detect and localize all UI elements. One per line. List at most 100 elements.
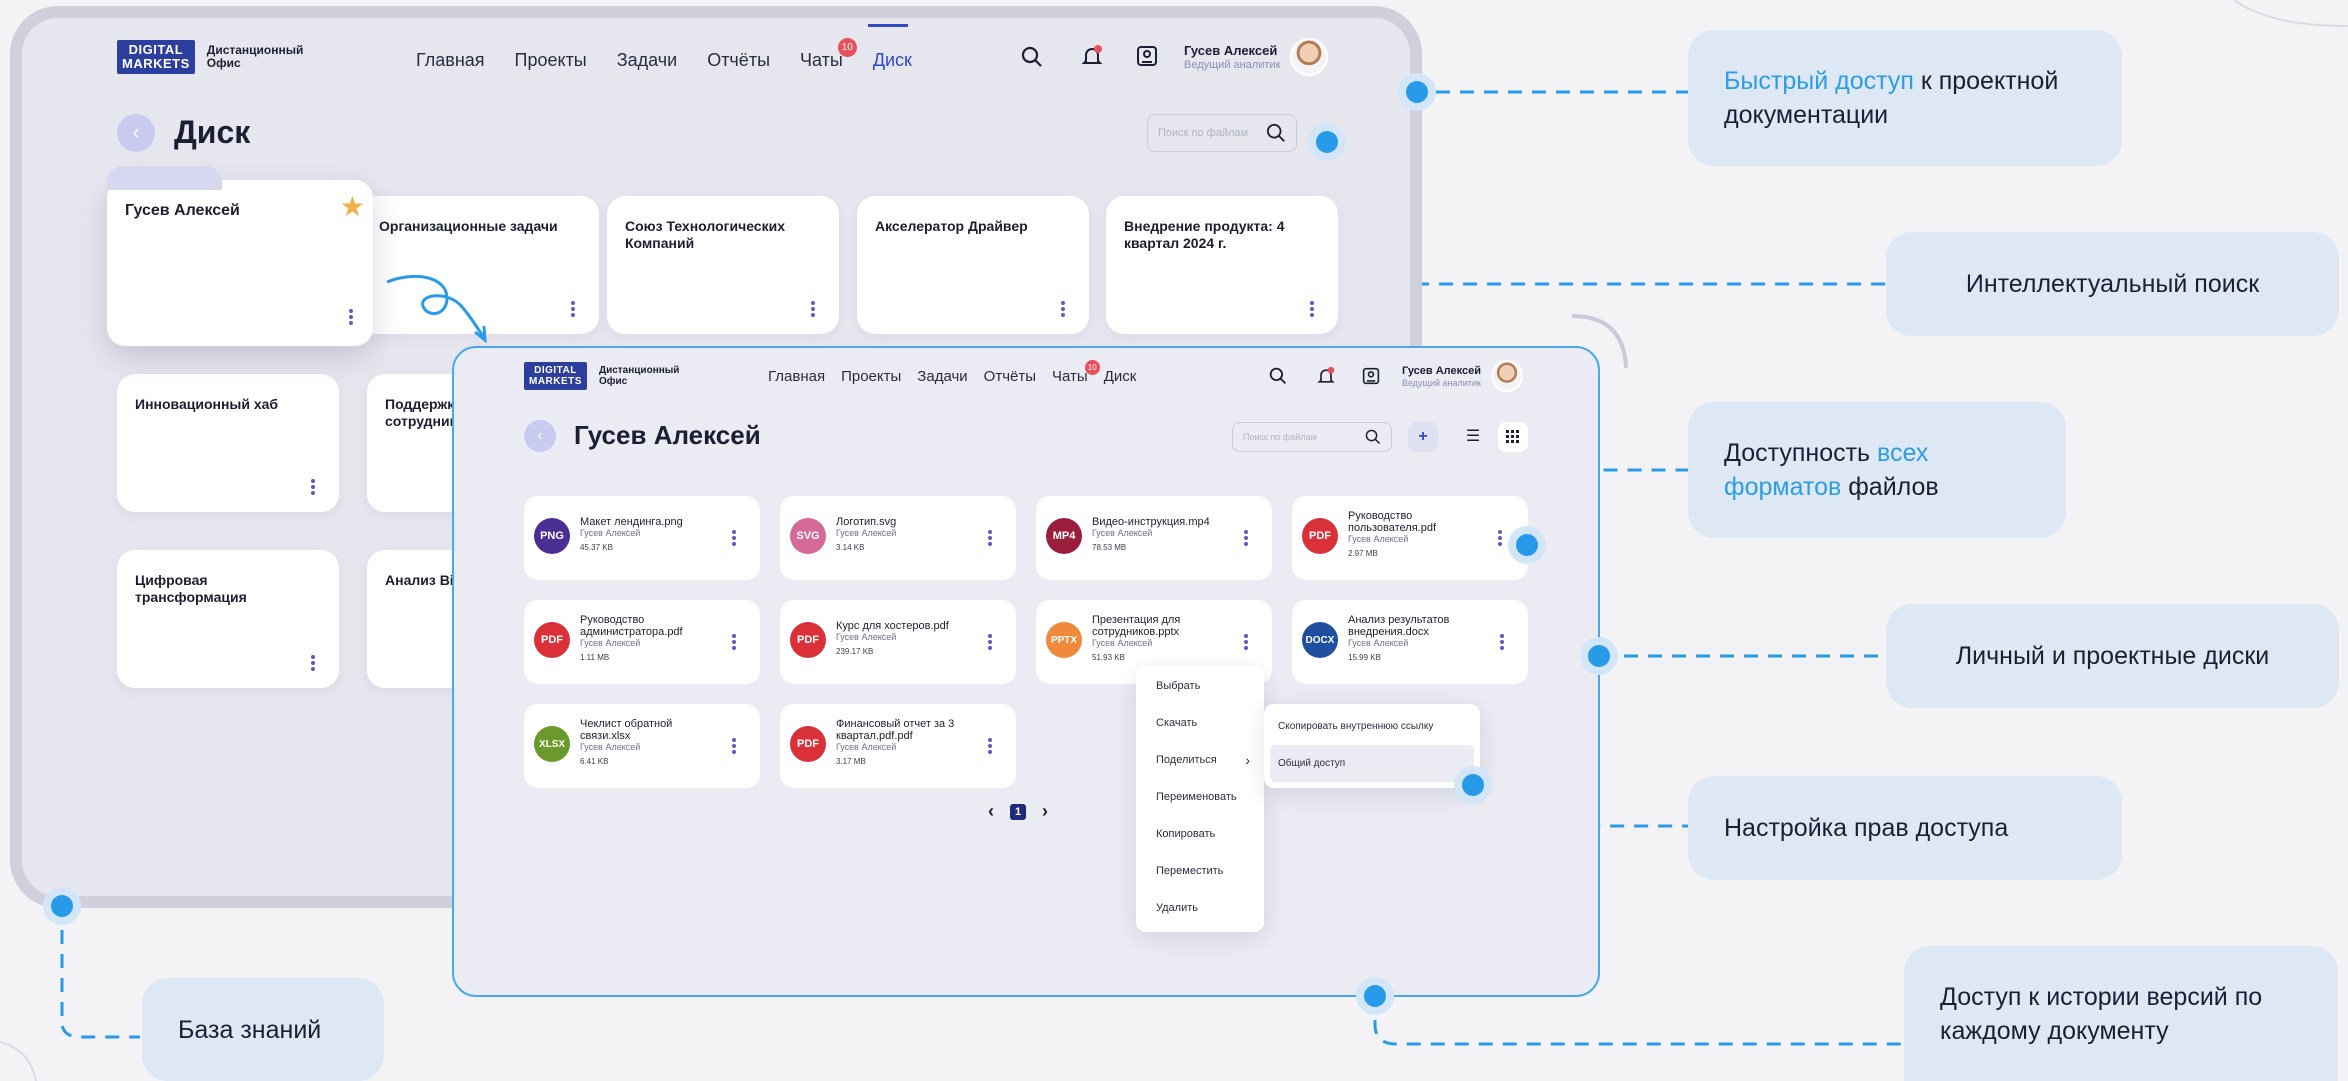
more-icon[interactable] <box>988 528 992 548</box>
submenu-copy-link[interactable]: Скопировать внутреннюю ссылку <box>1270 708 1474 745</box>
png-file-icon: PNG <box>534 518 570 554</box>
nav-disk[interactable]: Диск <box>1104 368 1137 385</box>
callout-knowledge-base: База знаний <box>142 978 384 1081</box>
nav-reports[interactable]: Отчёты <box>984 368 1036 385</box>
nav-chats-label: Чаты <box>1052 368 1088 385</box>
file-info: Анализ результатов внедрения.docx Гусев А… <box>1348 614 1488 664</box>
add-button[interactable]: + <box>1408 422 1438 452</box>
file-card[interactable]: PNG Макет лендинга.png Гусев Алексей 45.37… <box>524 496 760 580</box>
file-name: Руководство администратора.pdf <box>580 614 683 638</box>
folder-card[interactable]: Инновационный хаб <box>117 360 339 512</box>
more-icon[interactable] <box>1244 528 1248 548</box>
search-icon[interactable] <box>1269 367 1287 390</box>
user-profile[interactable]: Гусев Алексей Ведущий аналитик <box>1184 38 1329 76</box>
more-icon[interactable] <box>1061 299 1065 324</box>
nav-home[interactable]: Главная <box>416 50 485 71</box>
file-card[interactable]: PDF Финансовый отчет за 3 квартал.pdf.pd… <box>780 704 1016 788</box>
more-icon[interactable] <box>571 299 575 324</box>
nav-projects[interactable]: Проекты <box>515 50 587 71</box>
search-icon[interactable] <box>1021 46 1043 73</box>
folder-card[interactable]: Акселератор Драйвер <box>857 182 1089 334</box>
nav-reports[interactable]: Отчёты <box>707 50 770 71</box>
folder-card[interactable]: Цифровая трансформация <box>117 536 339 688</box>
connector-dot <box>1454 766 1492 804</box>
bell-icon[interactable] <box>1080 44 1104 73</box>
nav-tasks[interactable]: Задачи <box>917 368 967 385</box>
user-role: Ведущий аналитик <box>1184 59 1281 71</box>
more-icon[interactable] <box>349 307 353 332</box>
more-icon[interactable] <box>311 653 315 678</box>
folder-card[interactable]: Внедрение продукта: 4 квартал 2024 г. <box>1106 182 1338 334</box>
grid-view-icon[interactable] <box>1498 422 1528 452</box>
page-1-button[interactable]: 1 <box>1010 803 1026 820</box>
menu-item-delete[interactable]: Удалить <box>1136 890 1264 927</box>
file-card[interactable]: PDF Курс для хостеров.pdf Гусев Алексей 23… <box>780 600 1016 684</box>
callout-version-history-text: Доступ к истории версий по каждому докум… <box>1940 982 2263 1045</box>
contacts-icon[interactable] <box>1362 367 1380 390</box>
more-icon[interactable] <box>1310 299 1314 324</box>
star-icon[interactable]: ★ <box>340 190 365 223</box>
folder-card[interactable]: Союз Технологических Компаний <box>607 182 839 334</box>
menu-item-copy[interactable]: Копировать <box>1136 816 1264 853</box>
nav-home[interactable]: Главная <box>768 368 825 385</box>
folder-card[interactable]: Гусев Алексей ★ <box>107 166 373 346</box>
more-icon[interactable] <box>1500 632 1504 652</box>
callout-disks-text: Личный и проектные диски <box>1955 642 2270 670</box>
more-icon[interactable] <box>988 736 992 756</box>
back-button[interactable]: ‹ <box>117 114 155 152</box>
callout-access-rights: Настройка прав доступа <box>1688 776 2122 880</box>
file-card[interactable]: DOCX Анализ результатов внедрения.docx Гу… <box>1292 600 1528 684</box>
file-size: 3.14 KB <box>836 543 865 552</box>
more-icon[interactable] <box>732 632 736 652</box>
file-owner: Гусев Алексей <box>836 632 897 642</box>
bell-icon[interactable] <box>1316 366 1336 391</box>
search-input[interactable]: Поиск по файлам <box>1232 422 1392 452</box>
contacts-icon[interactable] <box>1136 45 1158 72</box>
page-title: Гусев Алексей <box>574 420 761 450</box>
pagination: ‹ 1 › <box>988 801 1048 822</box>
more-icon[interactable] <box>811 299 815 324</box>
more-icon[interactable] <box>1244 632 1248 652</box>
file-name: Анализ результатов внедрения.docx <box>1348 614 1450 638</box>
prev-page-button[interactable]: ‹ <box>988 801 994 822</box>
callout-quick-access: Быстрый доступ к проектной документации <box>1688 30 2122 166</box>
file-card[interactable]: SVG Логотип.svg Гусев Алексей 3.14 KB <box>780 496 1016 580</box>
nav-tasks[interactable]: Задачи <box>617 50 677 71</box>
menu-item-select[interactable]: Выбрать <box>1136 668 1264 705</box>
file-owner: Гусев Алексей <box>1092 638 1153 648</box>
menu-item-rename[interactable]: Переименовать <box>1136 779 1264 816</box>
nav-chats[interactable]: Чаты 10 <box>800 38 857 71</box>
submenu-shared-access[interactable]: Общий доступ <box>1270 745 1474 782</box>
file-size: 78.53 MB <box>1092 543 1127 552</box>
nav-projects[interactable]: Проекты <box>841 368 901 385</box>
file-owner: Гусев Алексей <box>836 742 897 752</box>
menu-item-download[interactable]: Скачать <box>1136 705 1264 742</box>
user-profile[interactable]: Гусев Алексей Ведущий аналитик <box>1402 360 1523 392</box>
file-info: Курс для хостеров.pdf Гусев Алексей 239.17… <box>836 620 976 658</box>
file-card[interactable]: PDF Руководство администратора.pdf Гусев … <box>524 600 760 684</box>
chevron-left-icon: ‹ <box>537 427 543 444</box>
nav-chats[interactable]: Чаты 10 <box>1052 360 1100 385</box>
chats-badge: 10 <box>837 38 857 57</box>
file-card[interactable]: XLSX Чеклист обратной связи.xlsx Гусев Ал… <box>524 704 760 788</box>
user-info: Гусев Алексей Ведущий аналитик <box>1402 365 1481 388</box>
more-icon[interactable] <box>311 477 315 502</box>
main-nav: Главная Проекты Задачи Отчёты Чаты 10 Дис… <box>416 38 912 71</box>
more-icon[interactable] <box>1498 528 1502 548</box>
file-owner: Гусев Алексей <box>580 742 641 752</box>
list-view-icon[interactable]: ☰ <box>1458 422 1488 452</box>
file-size: 15.99 KB <box>1348 653 1381 662</box>
more-icon[interactable] <box>988 632 992 652</box>
search-input[interactable]: Поиск по файлам <box>1147 114 1297 152</box>
more-icon[interactable] <box>732 528 736 548</box>
back-button[interactable]: ‹ <box>524 420 556 452</box>
nav-disk[interactable]: Диск <box>873 50 912 71</box>
file-card[interactable]: MP4 Видео-инструкция.mp4 Гусев Алексей 78.… <box>1036 496 1272 580</box>
menu-item-share[interactable]: Поделиться › <box>1136 742 1264 779</box>
app-logo[interactable]: DIGITAL MARKETS Дистанционный Офис <box>524 362 679 390</box>
menu-item-move[interactable]: Переместить <box>1136 853 1264 890</box>
file-card[interactable]: PDF Руководство пользователя.pdf Гусев Ал… <box>1292 496 1528 580</box>
more-icon[interactable] <box>732 736 736 756</box>
app-logo[interactable]: DIGITAL MARKETS Дистанционный Офис <box>117 40 303 74</box>
next-page-button[interactable]: › <box>1042 801 1048 822</box>
